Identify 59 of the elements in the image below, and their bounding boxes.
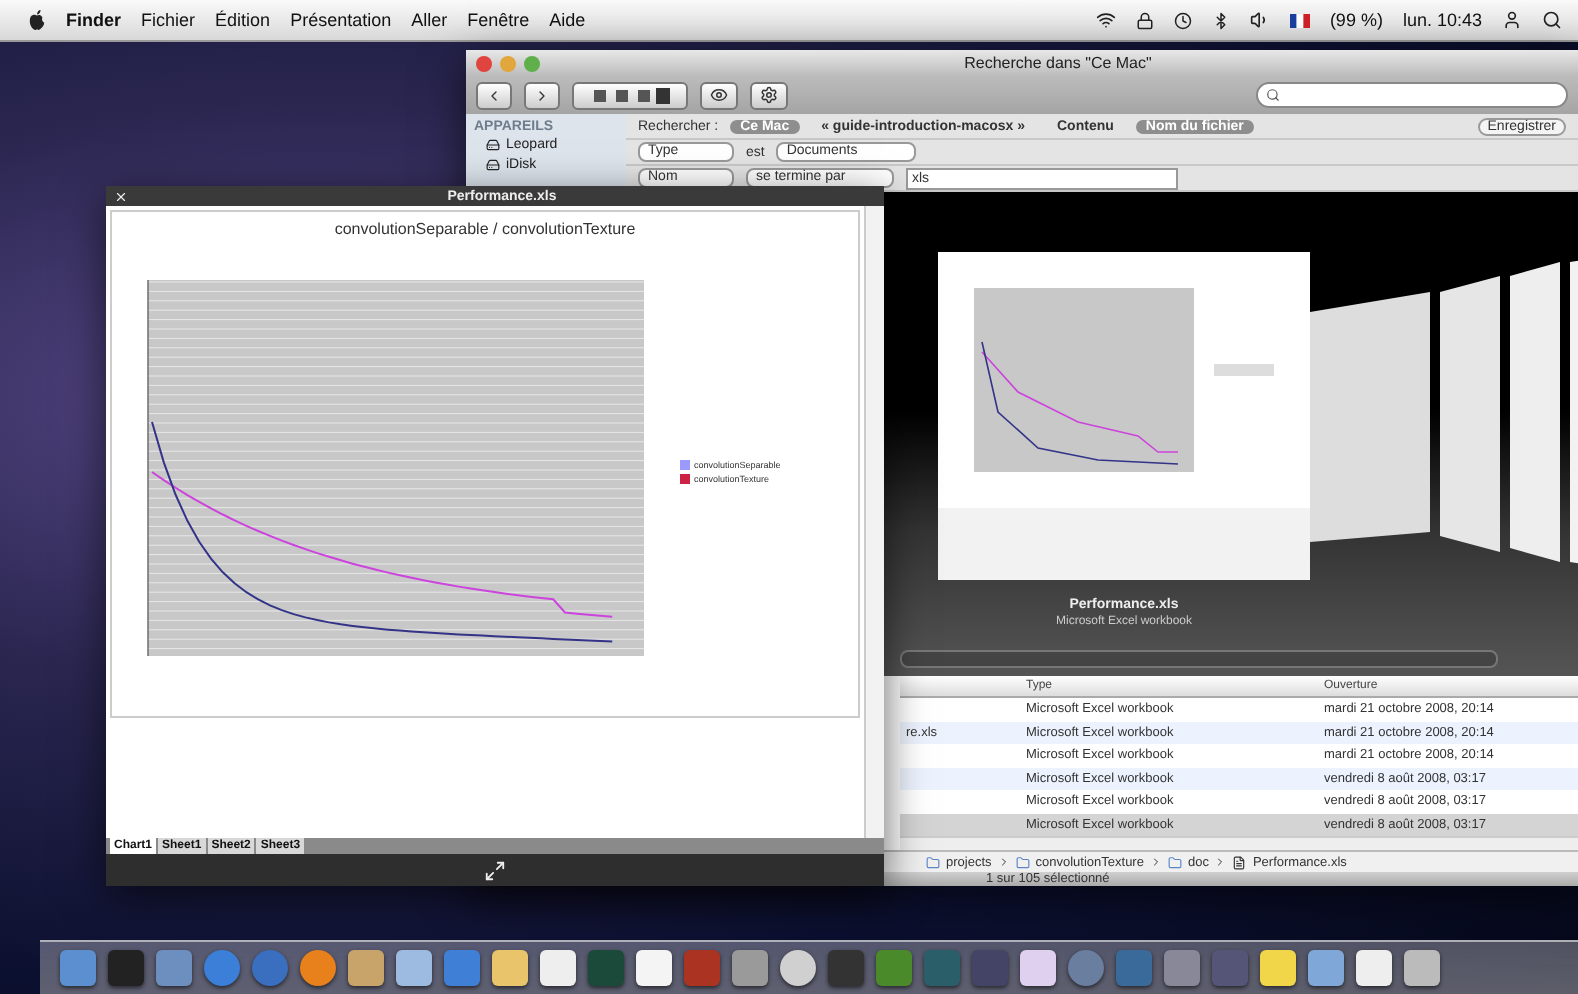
zoom-button[interactable] xyxy=(524,55,540,71)
app-menu[interactable]: Finder xyxy=(66,10,122,30)
dock-app-icon[interactable] xyxy=(492,950,528,986)
file-icon xyxy=(1232,855,1247,869)
chart-title: convolutionSeparable / convolutionTexture xyxy=(334,220,636,238)
wifi-icon[interactable] xyxy=(1095,10,1116,30)
dock-app-icon[interactable] xyxy=(1404,950,1440,986)
view-buttons[interactable] xyxy=(572,81,688,109)
drive-icon xyxy=(486,138,500,152)
dock-app-icon[interactable] xyxy=(780,950,816,986)
folder-icon xyxy=(1015,855,1030,869)
back-button[interactable] xyxy=(476,81,512,109)
dock-app-icon[interactable] xyxy=(540,950,576,986)
chevron-left-icon xyxy=(486,87,502,103)
view-mode-icon xyxy=(590,87,670,103)
menu-item[interactable]: Fenêtre xyxy=(467,10,530,30)
menu-clock[interactable]: lun. 10:43 xyxy=(1402,10,1482,30)
bluetooth-icon[interactable] xyxy=(1211,11,1230,29)
flag-icon[interactable] xyxy=(1289,13,1310,27)
vertical-scrollbar[interactable] xyxy=(864,206,884,838)
quick-look-button[interactable] xyxy=(700,81,738,109)
action-button[interactable] xyxy=(750,81,788,109)
dock-app-icon[interactable] xyxy=(1260,950,1296,986)
menu-item[interactable]: Fichier xyxy=(141,10,196,30)
close-button[interactable] xyxy=(476,55,492,71)
cover-flow-scrollbar[interactable] xyxy=(900,650,1498,668)
minimize-button[interactable] xyxy=(500,55,516,71)
search-field[interactable] xyxy=(1256,82,1568,108)
menu-item[interactable]: Aide xyxy=(549,10,586,30)
horizontal-scrollbar[interactable] xyxy=(900,836,1578,850)
chevron-icon xyxy=(1149,856,1162,868)
folder-icon xyxy=(1167,855,1182,869)
fullscreen-icon[interactable] xyxy=(484,859,506,881)
window-title: Recherche dans "Ce Mac" xyxy=(962,54,1154,72)
battery-status[interactable]: (99 %) xyxy=(1329,10,1383,30)
dock-app-icon[interactable] xyxy=(636,950,672,986)
drive-icon xyxy=(486,158,500,172)
menu-item[interactable]: Aller xyxy=(411,10,448,30)
apple-icon[interactable] xyxy=(28,10,46,30)
chevron-right-icon xyxy=(534,87,550,103)
menu-item[interactable]: Présentation xyxy=(290,10,392,30)
search-icon[interactable] xyxy=(1542,10,1562,30)
user-icon[interactable] xyxy=(1502,10,1522,30)
menu-item[interactable]: Édition xyxy=(215,10,271,30)
volume-icon[interactable] xyxy=(1249,10,1270,30)
forward-button[interactable] xyxy=(524,81,560,109)
lock-icon[interactable] xyxy=(1135,11,1154,29)
eye-icon xyxy=(710,86,728,104)
chevron-icon xyxy=(997,856,1010,868)
folder-icon xyxy=(926,855,940,869)
dock-app-icon[interactable] xyxy=(300,950,336,986)
chevron-icon xyxy=(1214,856,1227,868)
gear-icon xyxy=(760,86,778,104)
dock-app-icon[interactable] xyxy=(396,950,432,986)
close-icon[interactable] xyxy=(114,189,128,203)
dock-app-icon[interactable] xyxy=(1356,950,1392,986)
clock-icon[interactable] xyxy=(1173,11,1192,29)
dock-app-icon[interactable] xyxy=(1020,950,1056,986)
search-icon xyxy=(1266,88,1280,102)
